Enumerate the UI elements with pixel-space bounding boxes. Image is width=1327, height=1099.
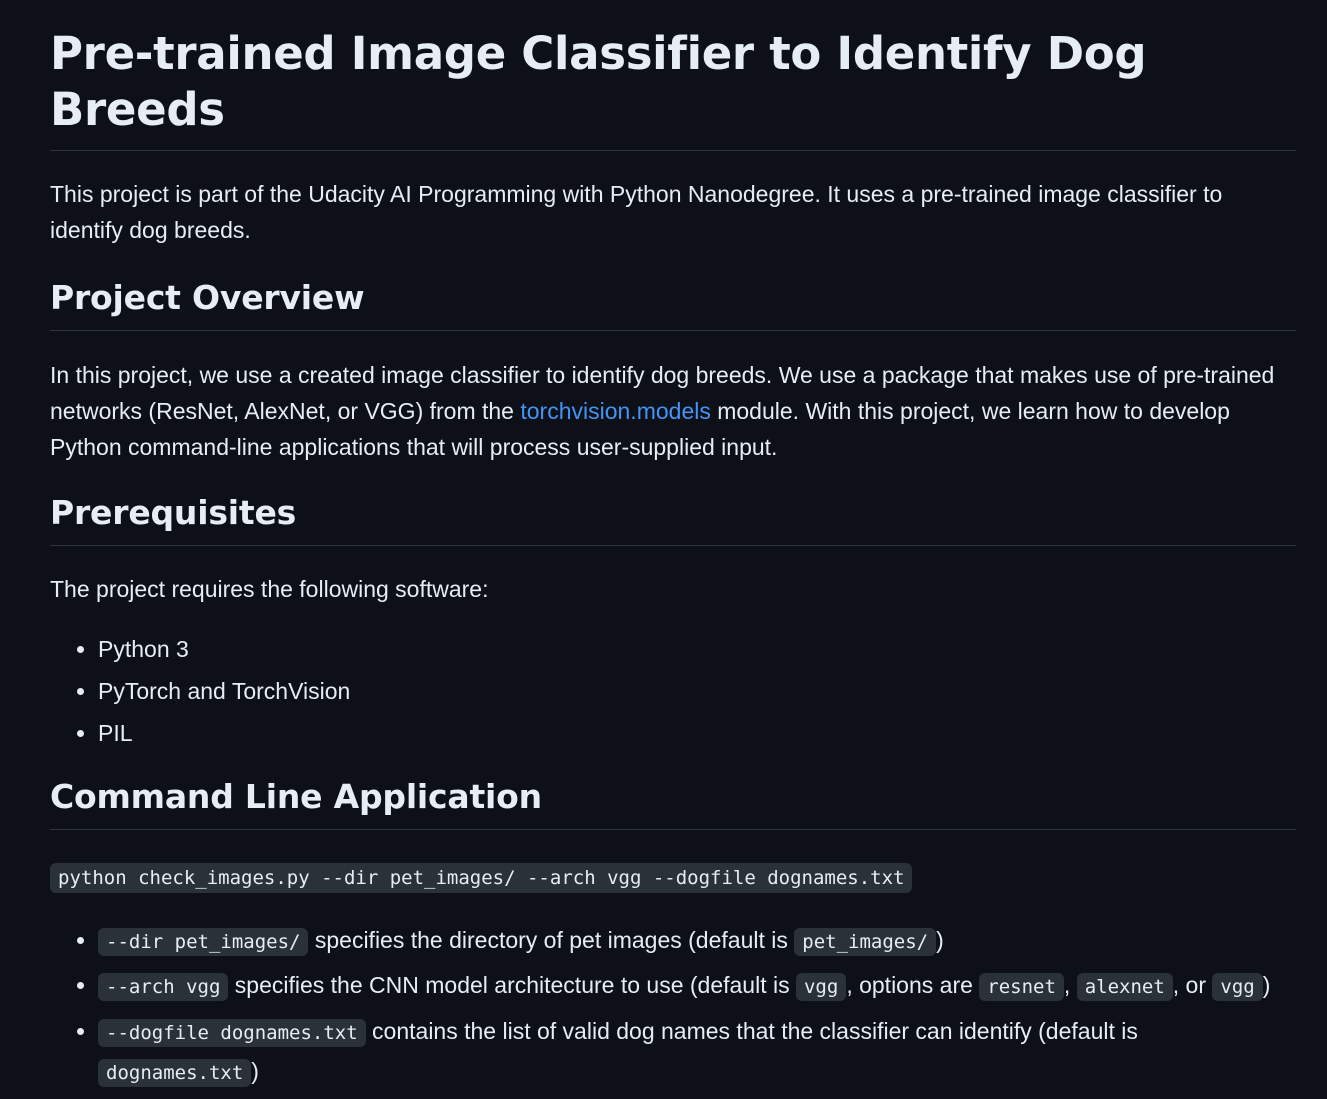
list-item: PIL [98, 715, 1296, 751]
arg-dir-default: pet_images/ [794, 928, 937, 956]
command-block: python check_images.py --dir pet_images/… [50, 858, 913, 896]
arg-dir-code: --dir pet_images/ [98, 928, 309, 956]
arg-dogfile-close: ) [251, 1058, 259, 1084]
section-heading-cli: Command Line Application [50, 775, 1296, 830]
arg-arch-option-resnet: resnet [979, 973, 1064, 1001]
arg-arch-option-alexnet: alexnet [1076, 973, 1173, 1001]
cli-args-list: --dir pet_images/ specifies the director… [50, 922, 1296, 1092]
list-item: --dogfile dognames.txt contains the list… [98, 1012, 1296, 1092]
prerequisites-list: Python 3 PyTorch and TorchVision PIL [50, 631, 1296, 751]
arg-dir-close: ) [936, 927, 944, 953]
list-item: Python 3 [98, 631, 1296, 667]
arg-arch-default: vgg [795, 973, 847, 1001]
torchvision-models-link[interactable]: torchvision.models [520, 398, 710, 424]
arg-arch-text: specifies the CNN model architecture to … [228, 972, 796, 998]
arg-arch-close: ) [1262, 972, 1271, 998]
command-code: python check_images.py --dir pet_images/… [50, 863, 913, 893]
arg-dogfile-default: dognames.txt [98, 1059, 252, 1087]
arg-arch-options-text: , options are [846, 972, 980, 998]
list-item: --dir pet_images/ specifies the director… [98, 922, 1296, 960]
list-item: --arch vgg specifies the CNN model archi… [98, 967, 1296, 1005]
arg-dogfile-code: --dogfile dognames.txt [98, 1019, 366, 1047]
prerequisites-intro: The project requires the following softw… [50, 576, 489, 602]
arg-arch-sep2: , or [1172, 972, 1213, 998]
section-heading-prerequisites: Prerequisites [50, 491, 1296, 546]
section-heading-overview: Project Overview [50, 276, 1296, 331]
readme-content: Pre-trained Image Classifier to Identify… [50, 0, 1296, 1099]
intro-paragraph: This project is part of the Udacity AI P… [50, 181, 1223, 243]
arg-dir-text: specifies the directory of pet images (d… [308, 927, 795, 953]
list-item: PyTorch and TorchVision [98, 673, 1296, 709]
arg-arch-sep1: , [1063, 972, 1077, 998]
arg-dogfile-text: contains the list of valid dog names tha… [365, 1018, 1138, 1044]
overview-paragraph: In this project, we use a created image … [50, 357, 1296, 465]
arg-arch-code: --arch vgg [98, 973, 229, 1001]
arg-arch-option-vgg: vgg [1212, 973, 1263, 1001]
page-title: Pre-trained Image Classifier to Identify… [50, 26, 1296, 151]
